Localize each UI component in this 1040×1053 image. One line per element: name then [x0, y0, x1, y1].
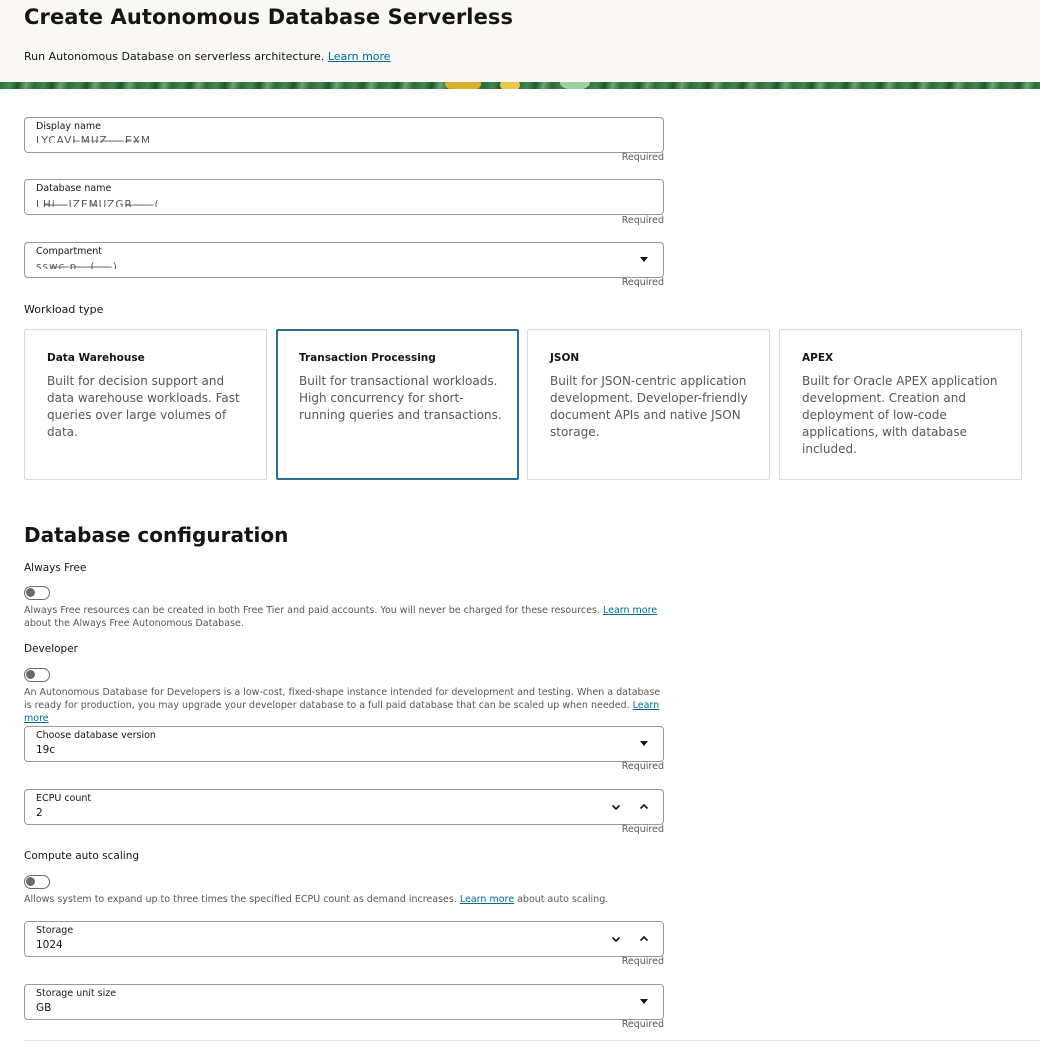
- developer-toggle[interactable]: [24, 668, 50, 682]
- workload-card-description: Built for Oracle APEX application develo…: [802, 374, 998, 456]
- chevron-down-icon[interactable]: [610, 801, 622, 813]
- developer-label: Developer: [24, 643, 79, 655]
- display-name-field[interactable]: Display name LYCAVI ̶M̶U̶Z̶ ̶ ̶ ̶ ̶E̶X̶M: [24, 117, 664, 153]
- developer-help: An Autonomous Database for Developers is…: [24, 686, 664, 725]
- storage-unit-select[interactable]: Storage unit size GB: [24, 984, 664, 1020]
- compartment-required: Required: [621, 277, 664, 288]
- storage-unit-required: Required: [621, 1019, 664, 1030]
- database-version-select[interactable]: Choose database version 19c: [24, 726, 664, 762]
- chevron-down-icon[interactable]: [610, 933, 622, 945]
- decorative-banner: [0, 82, 1040, 89]
- database-name-field[interactable]: Database name LH̶i̶ ̶ ̶ ̶IZEM̶UZGR̶ ̶ ̶ …: [24, 179, 664, 215]
- toggle-knob: [26, 877, 35, 886]
- chevron-up-icon[interactable]: [638, 801, 650, 813]
- auto-scaling-help: Allows system to expand up to three time…: [24, 893, 664, 906]
- workload-card-json[interactable]: JSON Built for JSON-centric application …: [527, 329, 770, 480]
- workload-card-description: Built for JSON-centric application devel…: [550, 374, 748, 439]
- database-version-required: Required: [621, 761, 664, 772]
- compartment-select[interactable]: Compartment ssw̶c̶ ̶p̶ ̶ ̶ ̶(̶ ̶ ̶ ̶ ̶): [24, 242, 664, 278]
- always-free-help-text: Always Free resources can be created in …: [24, 605, 600, 616]
- workload-card-data-warehouse[interactable]: Data Warehouse Built for decision suppor…: [24, 329, 267, 480]
- database-name-value: LH̶i̶ ̶ ̶ ̶IZEM̶UZGR̶ ̶ ̶ ̶ ̶ ̶(: [36, 199, 160, 207]
- workload-card-title: Data Warehouse: [47, 352, 145, 364]
- ecpu-count-required: Required: [621, 824, 664, 835]
- always-free-help-after: about the Always Free Autonomous Databas…: [24, 618, 244, 629]
- storage-unit-value: GB: [36, 1002, 52, 1014]
- storage-unit-label: Storage unit size: [36, 988, 117, 999]
- toggle-knob: [26, 588, 35, 597]
- always-free-help: Always Free resources can be created in …: [24, 604, 664, 630]
- workload-card-description: Built for transactional workloads. High …: [299, 374, 502, 422]
- page-header: Create Autonomous Database Serverless Ru…: [0, 0, 1040, 82]
- database-name-required: Required: [621, 215, 664, 226]
- auto-scaling-help-after: about auto scaling.: [517, 894, 609, 905]
- database-configuration-title: Database configuration: [24, 523, 289, 547]
- auto-scaling-help-text: Allows system to expand up to three time…: [24, 894, 457, 905]
- workload-card-description: Built for decision support and data ware…: [47, 374, 240, 439]
- display-name-required: Required: [621, 152, 664, 163]
- page-subtitle: Run Autonomous Database on serverless ar…: [24, 50, 391, 63]
- workload-type-label: Workload type: [24, 303, 104, 316]
- auto-scaling-learn-more-link[interactable]: Learn more: [460, 894, 514, 905]
- workload-card-transaction-processing[interactable]: Transaction Processing Built for transac…: [276, 329, 519, 480]
- ecpu-count-value: 2: [36, 807, 43, 819]
- storage-value: 1024: [36, 939, 63, 951]
- storage-field[interactable]: Storage 1024: [24, 921, 664, 957]
- workload-card-title: APEX: [802, 352, 834, 364]
- always-free-learn-more-link[interactable]: Learn more: [603, 605, 657, 616]
- toggle-knob: [26, 670, 35, 679]
- ecpu-count-label: ECPU count: [36, 793, 92, 804]
- chevron-up-icon[interactable]: [638, 933, 650, 945]
- divider: [24, 1040, 1040, 1041]
- auto-scaling-label: Compute auto scaling: [24, 850, 140, 862]
- storage-label: Storage: [36, 925, 74, 936]
- dropdown-caret-icon: [640, 999, 648, 1004]
- ecpu-count-field[interactable]: ECPU count 2: [24, 789, 664, 825]
- subtitle-text: Run Autonomous Database on serverless ar…: [24, 50, 325, 63]
- dropdown-caret-icon: [640, 741, 648, 746]
- storage-required: Required: [621, 956, 664, 967]
- always-free-toggle[interactable]: [24, 586, 50, 600]
- database-version-label: Choose database version: [36, 730, 156, 741]
- page-title: Create Autonomous Database Serverless: [24, 5, 514, 29]
- dropdown-caret-icon: [640, 257, 648, 262]
- workload-card-apex[interactable]: APEX Built for Oracle APEX application d…: [779, 329, 1022, 480]
- display-name-label: Display name: [36, 121, 101, 132]
- database-name-label: Database name: [36, 183, 112, 194]
- database-version-value: 19c: [36, 744, 56, 756]
- compartment-label: Compartment: [36, 246, 103, 257]
- developer-help-text: An Autonomous Database for Developers is…: [24, 687, 661, 711]
- workload-card-title: Transaction Processing: [299, 352, 436, 364]
- workload-card-title: JSON: [550, 352, 580, 364]
- always-free-label: Always Free: [24, 562, 87, 574]
- header-learn-more-link[interactable]: Learn more: [328, 50, 391, 63]
- auto-scaling-toggle[interactable]: [24, 875, 50, 889]
- display-name-value: LYCAVI ̶M̶U̶Z̶ ̶ ̶ ̶ ̶E̶X̶M: [36, 135, 151, 143]
- compartment-value: ssw̶c̶ ̶p̶ ̶ ̶ ̶(̶ ̶ ̶ ̶ ̶): [36, 261, 118, 269]
